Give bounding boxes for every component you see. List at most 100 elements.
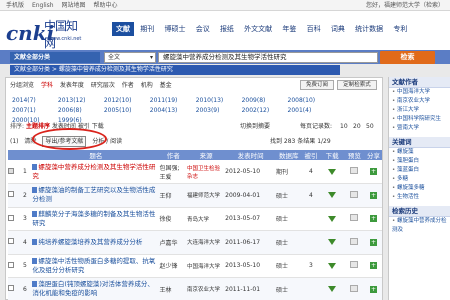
row-source[interactable]: 中国卫生检验杂志 [187, 160, 226, 184]
col-header-citations[interactable]: 被引 [301, 150, 321, 160]
row-share[interactable]: + [364, 254, 382, 278]
tab-newspapers[interactable]: 报纸 [216, 22, 238, 36]
row-citations[interactable]: 4 [301, 183, 321, 208]
switch-to-abstract-link[interactable]: 切换到摘要 [240, 122, 270, 132]
category-selector[interactable]: 文献全部分类 [10, 52, 100, 63]
year-filter-item[interactable]: 2005(10) [104, 106, 148, 116]
share-plus-icon[interactable]: + [369, 238, 377, 246]
row-author[interactable]: 王林 [159, 277, 188, 300]
tab-foreign[interactable]: 外文文献 [240, 22, 276, 36]
sidebar-link[interactable]: 中国海洋大学 [389, 88, 450, 97]
row-author[interactable]: 赵少锋 [159, 254, 188, 278]
col-header-date[interactable]: 发表时间 [225, 150, 276, 160]
clear-selection-link[interactable]: 清除 [24, 138, 36, 145]
row-title-link[interactable]: 螺旋藻中活性物质蛋白多糖的提取、抗氧化及组分分析研究 [32, 254, 160, 278]
download-icon[interactable] [328, 239, 337, 246]
analysis-read-link[interactable]: 分析 / 阅读 [92, 138, 122, 145]
row-share[interactable]: + [364, 230, 382, 255]
group-option-author[interactable]: 作者 [122, 82, 134, 89]
row-preview[interactable] [343, 230, 365, 255]
year-filter-item[interactable]: 2001(4) [288, 106, 332, 116]
row-source[interactable]: 青岛大学 [187, 207, 226, 231]
sort-by-date[interactable]: 发表时间 [52, 123, 76, 130]
year-filter-item[interactable]: 2013(12) [58, 96, 102, 106]
tab-encyclopedia[interactable]: 百科 [303, 22, 325, 36]
year-filter-item[interactable]: 2002(12) [242, 106, 286, 116]
row-share[interactable]: + [364, 160, 382, 184]
sidebar-keyword[interactable]: 藻胆蛋白 [389, 157, 450, 166]
year-filter-item[interactable]: 2007(1) [12, 106, 56, 116]
tab-theses[interactable]: 博硕士 [160, 22, 189, 36]
tab-yearbooks[interactable]: 年鉴 [278, 22, 300, 36]
year-filter-item[interactable]: 2006(8) [58, 106, 102, 116]
group-option-fund[interactable]: 基金 [160, 82, 172, 89]
row-citations[interactable]: 3 [301, 254, 321, 278]
col-header-downloads[interactable]: 下载 [320, 150, 344, 160]
row-download[interactable] [320, 277, 344, 300]
sidebar-keyword[interactable]: 螺旋藻 [389, 148, 450, 157]
year-filter-item[interactable]: 2004(13) [150, 106, 194, 116]
sidebar-history-item[interactable]: 螺旋藻中营养成分检测及 [389, 217, 450, 235]
row-source[interactable]: 南京农业大学 [187, 277, 226, 300]
row-preview[interactable] [343, 160, 365, 184]
download-icon[interactable] [328, 262, 337, 269]
row-source[interactable]: 福建师范大学 [187, 183, 226, 208]
row-title-link[interactable]: 纯培养螺旋藻培养及其营养成分分析 [32, 230, 160, 255]
tab-dictionary[interactable]: 词典 [327, 22, 349, 36]
row-download[interactable] [320, 160, 344, 184]
row-checkbox[interactable] [8, 183, 18, 208]
year-filter-item[interactable]: 2014(7) [12, 96, 56, 106]
row-author[interactable]: 卢嘉华 [159, 230, 188, 255]
row-preview[interactable] [343, 207, 365, 231]
preview-icon[interactable] [350, 214, 359, 222]
free-subscribe-button[interactable]: 免费订阅 [300, 80, 334, 90]
per-page-50[interactable]: 50 [366, 122, 374, 132]
sidebar-keyword[interactable]: 螺旋藻多糖 [389, 184, 450, 193]
sidebar-keyword[interactable]: 生物活性 [389, 193, 450, 202]
per-page-10[interactable]: 10 [340, 122, 348, 132]
row-download[interactable] [320, 207, 344, 231]
tab-literature[interactable]: 文献 [112, 22, 134, 36]
row-author[interactable]: 王仰 [159, 183, 188, 208]
row-checkbox[interactable] [8, 207, 18, 231]
preview-icon[interactable] [350, 284, 359, 292]
row-title-link[interactable]: 麒麟菜分子海藻多糖的制备及其生物活性研究 [32, 207, 160, 231]
year-filter-item[interactable]: 2008(10) [288, 96, 332, 106]
group-option-subject[interactable]: 学科 [41, 82, 53, 89]
year-filter-item[interactable]: 2012(10) [104, 96, 148, 106]
row-citations[interactable] [301, 277, 321, 300]
sidebar-keyword[interactable]: 多糖 [389, 175, 450, 184]
download-icon[interactable] [328, 168, 337, 175]
row-checkbox[interactable] [8, 277, 18, 300]
topbar-link-english[interactable]: English [32, 2, 54, 9]
share-plus-icon[interactable]: + [369, 262, 377, 270]
sidebar-link[interactable]: 暨南大学 [389, 124, 450, 133]
share-plus-icon[interactable]: + [369, 191, 377, 199]
row-citations[interactable] [301, 207, 321, 231]
row-source[interactable]: 大连海洋大学 [187, 230, 226, 255]
group-option-institution[interactable]: 机构 [141, 82, 153, 89]
tab-statistics[interactable]: 统计数据 [351, 22, 387, 36]
search-button[interactable]: 检索 [380, 51, 435, 64]
custom-search-button[interactable]: 定制检索式 [337, 80, 377, 90]
row-checkbox[interactable] [8, 160, 18, 184]
preview-icon[interactable] [350, 190, 359, 198]
year-filter-item[interactable]: 2010(13) [196, 96, 240, 106]
per-page-20[interactable]: 20 [353, 122, 361, 132]
row-download[interactable] [320, 183, 344, 208]
tab-conferences[interactable]: 会议 [192, 22, 214, 36]
share-plus-icon[interactable]: + [369, 285, 377, 293]
row-title-link[interactable]: 藻胆蛋白(钝顶螺旋藻)对活体营养成分、消化机能和免疫的影响 [32, 277, 160, 300]
row-checkbox[interactable] [8, 254, 18, 278]
download-icon[interactable] [328, 286, 337, 293]
sidebar-link[interactable]: 南京农业大学 [389, 97, 450, 106]
download-icon[interactable] [328, 215, 337, 222]
row-citations[interactable] [301, 230, 321, 255]
row-preview[interactable] [343, 254, 365, 278]
sort-by-downloads[interactable]: 下载 [92, 123, 104, 130]
row-preview[interactable] [343, 183, 365, 208]
row-share[interactable]: + [364, 183, 382, 208]
sidebar-keyword[interactable]: 藻蓝蛋白 [389, 166, 450, 175]
row-citations[interactable]: 4 [301, 160, 321, 184]
year-filter-item[interactable]: 2003(9) [196, 106, 240, 116]
